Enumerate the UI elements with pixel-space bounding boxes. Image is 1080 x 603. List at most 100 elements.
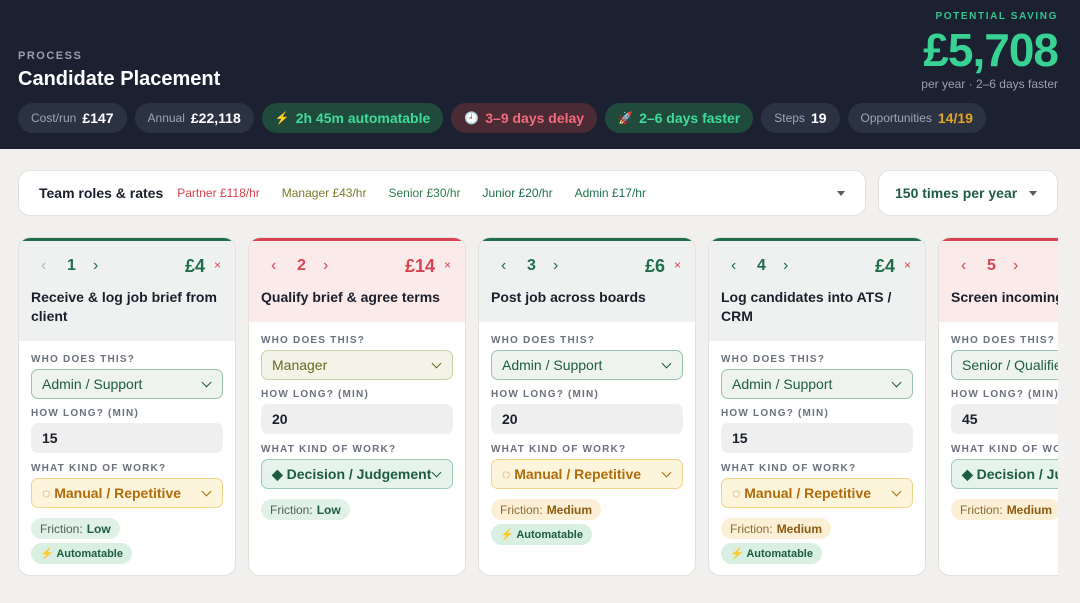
step-card-accent bbox=[249, 238, 465, 241]
friction-label: Friction: bbox=[730, 521, 773, 536]
remove-step-button[interactable]: × bbox=[444, 258, 451, 272]
caret-down-icon bbox=[1029, 191, 1037, 196]
next-step-button[interactable]: › bbox=[1013, 257, 1018, 275]
how-long-label: HOW LONG? (MIN) bbox=[491, 389, 599, 400]
duration-input[interactable]: 15 bbox=[721, 423, 913, 453]
delay-value: 3–9 days delay bbox=[485, 110, 585, 126]
next-step-button[interactable]: › bbox=[323, 257, 328, 275]
team-roles-dropdown[interactable]: Team roles & rates Partner £118/hr Manag… bbox=[18, 170, 866, 216]
friction-value: Low bbox=[316, 502, 341, 517]
opportunities-pill: Opportunities 14/19 bbox=[847, 103, 986, 133]
step-card: ‹ 5 › Screen incoming WHO DOES THIS? Sen… bbox=[938, 237, 1058, 576]
step-title: Post job across boards bbox=[491, 289, 646, 305]
chevron-down-icon bbox=[201, 486, 212, 497]
chevron-down-icon bbox=[891, 377, 902, 388]
step-card: ‹ 2 › £14 × Qualify brief & agree terms … bbox=[248, 237, 466, 576]
next-step-button[interactable]: › bbox=[93, 257, 98, 275]
who-select[interactable]: Admin / Support bbox=[721, 369, 913, 399]
next-step-button[interactable]: › bbox=[553, 257, 558, 275]
saving-label: POTENTIAL SAVING bbox=[935, 11, 1058, 22]
work-kind-select[interactable]: ◌ Manual / Repetitive bbox=[491, 459, 683, 489]
rocket-icon: 🚀 bbox=[618, 111, 634, 125]
who-label: WHO DOES THIS? bbox=[261, 335, 366, 346]
steps-label: Steps bbox=[774, 111, 805, 125]
annual-cost-pill: Annual £22,118 bbox=[134, 103, 254, 133]
who-label: WHO DOES THIS? bbox=[951, 335, 1056, 346]
who-select[interactable]: Manager bbox=[261, 350, 453, 380]
who-select[interactable]: Admin / Support bbox=[491, 350, 683, 380]
step-card: ‹ 4 › £4 × Log candidates into ATS / CRM… bbox=[708, 237, 926, 576]
automatable-badge: ⚡ Automatable bbox=[721, 543, 822, 564]
previous-step-button[interactable]: ‹ bbox=[271, 257, 276, 275]
work-kind-value: ◌ Manual / Repetitive bbox=[502, 466, 642, 482]
role-junior-rate: Junior £20/hr bbox=[482, 186, 553, 200]
friction-badge: Friction: Medium bbox=[951, 499, 1058, 520]
duration-input[interactable]: 20 bbox=[491, 404, 683, 434]
cost-per-run-label: Cost/run bbox=[31, 111, 77, 125]
role-admin-rate: Admin £17/hr bbox=[574, 186, 646, 200]
friction-label: Friction: bbox=[960, 502, 1003, 517]
remove-step-button[interactable]: × bbox=[904, 258, 911, 272]
friction-label: Friction: bbox=[270, 502, 313, 517]
work-kind-select[interactable]: ◆ Decision / Judgement bbox=[951, 459, 1058, 489]
frequency-select[interactable]: 150 times per year bbox=[878, 170, 1058, 216]
step-title: Log candidates into ATS / CRM bbox=[721, 289, 892, 324]
work-kind-select[interactable]: ◆ Decision / Judgement bbox=[261, 459, 453, 489]
step-number: 1 bbox=[67, 257, 76, 274]
friction-badge: Friction: Medium bbox=[721, 518, 832, 539]
remove-step-button[interactable]: × bbox=[214, 258, 221, 272]
friction-value: Medium bbox=[776, 521, 823, 536]
work-kind-select[interactable]: ◌ Manual / Repetitive bbox=[721, 478, 913, 508]
step-number: 2 bbox=[297, 257, 306, 274]
step-card-header bbox=[939, 238, 1058, 322]
step-card: ‹ 1 › £4 × Receive & log job brief from … bbox=[18, 237, 236, 576]
step-card-header bbox=[249, 238, 465, 322]
who-label: WHO DOES THIS? bbox=[491, 335, 596, 346]
friction-badge: Friction: Medium bbox=[491, 499, 602, 520]
who-select[interactable]: Admin / Support bbox=[31, 369, 223, 399]
step-card-header bbox=[479, 238, 695, 322]
duration-input[interactable]: 45 bbox=[951, 404, 1058, 434]
summary-pills: Cost/run £147 Annual £22,118 ⚡ 2h 45m au… bbox=[18, 103, 986, 133]
work-kind-label: WHAT KIND OF WORK? bbox=[31, 463, 167, 474]
clock-icon: 🕘 bbox=[464, 111, 480, 125]
process-header: PROCESS Candidate Placement POTENTIAL SA… bbox=[0, 0, 1080, 149]
who-value: Manager bbox=[272, 357, 328, 373]
duration-input[interactable]: 15 bbox=[31, 423, 223, 453]
friction-label: Friction: bbox=[500, 502, 543, 517]
team-roles-title: Team roles & rates bbox=[39, 185, 164, 201]
previous-step-button[interactable]: ‹ bbox=[41, 257, 46, 275]
who-value: Admin / Support bbox=[502, 357, 603, 373]
step-title: Qualify brief & agree terms bbox=[261, 289, 440, 305]
work-kind-label: WHAT KIND OF WORK? bbox=[721, 463, 857, 474]
role-partner-rate: Partner £118/hr bbox=[177, 186, 260, 200]
previous-step-button[interactable]: ‹ bbox=[731, 257, 736, 275]
step-cost: £14 bbox=[404, 256, 435, 276]
delay-pill: 🕘 3–9 days delay bbox=[451, 103, 598, 133]
who-value: Admin / Support bbox=[732, 376, 833, 392]
remove-step-button[interactable]: × bbox=[674, 258, 681, 272]
how-long-label: HOW LONG? (MIN) bbox=[721, 408, 829, 419]
step-title: Receive & log job brief from client bbox=[31, 289, 217, 324]
duration-input[interactable]: 20 bbox=[261, 404, 453, 434]
work-kind-label: WHAT KIND OF WORK? bbox=[491, 444, 627, 455]
work-kind-select[interactable]: ◌ Manual / Repetitive bbox=[31, 478, 223, 508]
next-step-button[interactable]: › bbox=[783, 257, 788, 275]
faster-pill: 🚀 2–6 days faster bbox=[605, 103, 754, 133]
previous-step-button[interactable]: ‹ bbox=[501, 257, 506, 275]
step-title: Screen incoming bbox=[951, 289, 1058, 305]
step-cards-track[interactable]: ‹ 1 › £4 × Receive & log job brief from … bbox=[18, 237, 1058, 577]
how-long-label: HOW LONG? (MIN) bbox=[31, 408, 139, 419]
caret-down-icon bbox=[837, 191, 845, 196]
automatable-time-pill: ⚡ 2h 45m automatable bbox=[261, 103, 444, 133]
previous-step-button[interactable]: ‹ bbox=[961, 257, 966, 275]
who-label: WHO DOES THIS? bbox=[31, 354, 136, 365]
step-card-accent bbox=[939, 238, 1058, 241]
automatable-time-value: 2h 45m automatable bbox=[295, 110, 431, 126]
step-number: 4 bbox=[757, 257, 766, 274]
annual-cost-value: £22,118 bbox=[190, 110, 241, 126]
who-select[interactable]: Senior / Qualified bbox=[951, 350, 1058, 380]
work-kind-value: ◌ Manual / Repetitive bbox=[42, 485, 182, 501]
automatable-badge: ⚡ Automatable bbox=[491, 524, 592, 545]
process-label: PROCESS bbox=[18, 50, 83, 62]
